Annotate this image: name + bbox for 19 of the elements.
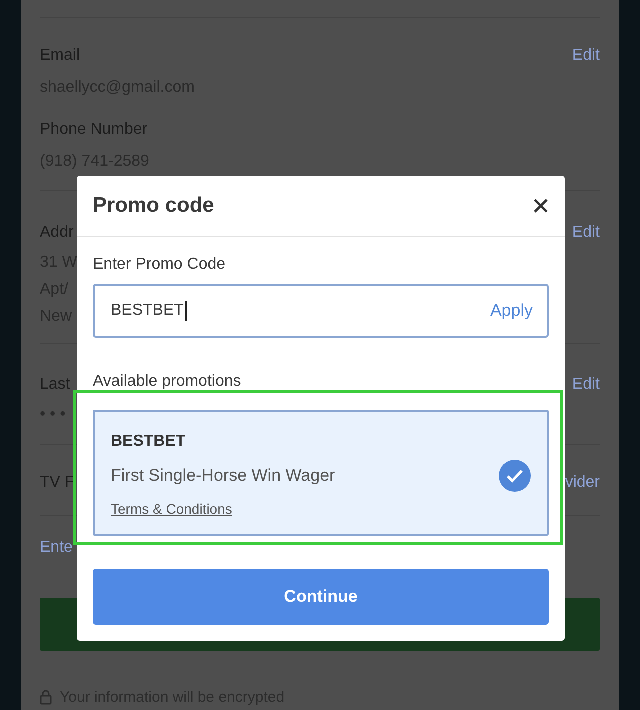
promo-code: BESTBET [111,432,186,452]
section-heading: Available promotions [93,372,242,392]
link-text[interactable]: Ente [40,532,73,564]
check-icon [499,460,531,492]
promo-description: First Single-Horse Win Wager [111,466,336,486]
apply-link[interactable]: Apply [490,301,533,321]
edit-link[interactable]: vider [565,474,600,492]
continue-button[interactable]: Continue [93,569,549,625]
edit-link[interactable]: Edit [572,224,600,242]
field-value: • • • [40,405,66,425]
edit-link[interactable]: Edit [572,47,600,65]
terms-link[interactable]: Terms & Conditions [111,500,232,518]
close-icon[interactable] [533,198,549,214]
dialog-title: Promo code [93,194,214,218]
lock-icon [40,690,52,705]
promotion-card[interactable]: BESTBET First Single-Horse Win Wager Terms & Conditions [93,410,549,536]
promo-code-field[interactable]: BESTBET Apply [93,284,549,338]
field-label: Enter Promo Code [93,255,226,275]
edit-link[interactable]: Edit [572,376,600,394]
